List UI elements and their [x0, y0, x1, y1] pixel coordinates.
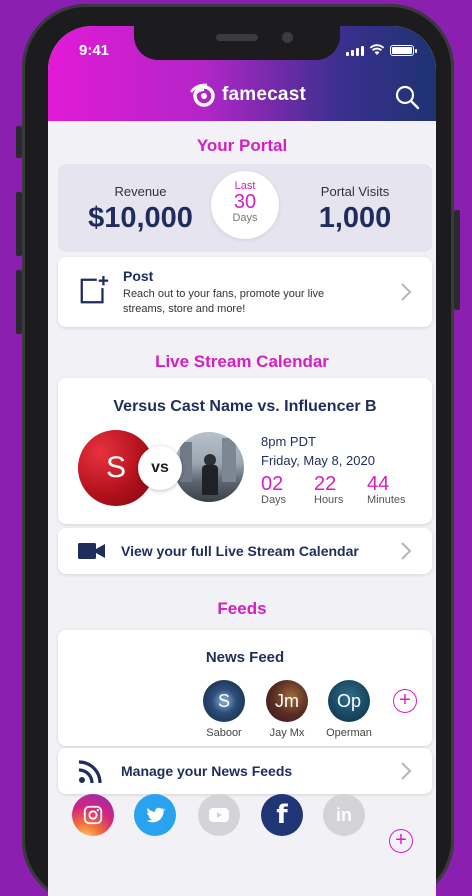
- facebook-icon[interactable]: f: [261, 794, 303, 836]
- chevron-right-icon: [401, 283, 412, 301]
- countdown-minutes-number: 44: [367, 473, 390, 495]
- search-icon[interactable]: [394, 84, 420, 110]
- countdown-hours: 22 Hours: [314, 474, 343, 506]
- power-button: [454, 210, 460, 310]
- period-number: 30: [233, 191, 257, 213]
- countdown-hours-unit: Hours: [314, 494, 344, 506]
- period-unit: Days: [232, 212, 258, 224]
- event-time: 8pm PDT: [261, 434, 316, 449]
- feed-name-operman: Operman: [326, 727, 372, 739]
- post-title: Post: [123, 268, 154, 284]
- view-calendar-row[interactable]: View your full Live Stream Calendar: [58, 528, 432, 574]
- event-date: Friday, May 8, 2020: [261, 453, 375, 468]
- visits-value: 1,000: [318, 202, 392, 234]
- twitter-icon[interactable]: [134, 794, 176, 836]
- mute-switch: [16, 126, 22, 158]
- famecast-logo: famecast: [188, 80, 306, 110]
- manage-feeds-row[interactable]: Manage your News Feeds: [58, 748, 432, 794]
- calendar-section-title: Live Stream Calendar: [155, 352, 329, 371]
- news-feed-card: News Feed S Saboor Jm Jay Mx Op Operman …: [58, 630, 432, 746]
- brand-name: famecast: [222, 84, 306, 105]
- volume-down-button: [16, 270, 22, 334]
- add-social-icon[interactable]: +: [389, 829, 413, 853]
- status-time: 9:41: [79, 42, 110, 59]
- feeds-section-title: Feeds: [217, 599, 267, 618]
- famecast-logo-icon: [190, 83, 215, 107]
- revenue-label: Revenue: [114, 184, 167, 199]
- countdown-minutes-unit: Minutes: [367, 494, 406, 506]
- app-screen: 9:41 famecast Your Portal Revenue $10,00…: [48, 26, 436, 896]
- notch: [134, 24, 340, 60]
- countdown-days-number: 02: [261, 473, 284, 495]
- add-feed-icon[interactable]: +: [393, 689, 417, 713]
- chevron-right-icon: [401, 762, 412, 780]
- visits-label: Portal Visits: [320, 184, 390, 199]
- revenue-value: $10,000: [88, 202, 193, 234]
- linkedin-letters: in: [336, 804, 352, 825]
- period-selector[interactable]: Last 30 Days: [211, 171, 279, 239]
- feed-name-saboor: Saboor: [206, 727, 242, 739]
- post-description-line-2: streams, store and more!: [123, 303, 246, 315]
- battery-icon: [390, 45, 417, 56]
- building-silhouette: [180, 442, 192, 482]
- wifi-icon: [369, 44, 385, 55]
- front-camera: [282, 32, 293, 43]
- feed-avatar-saboor[interactable]: S: [203, 680, 245, 722]
- post-description-line-1: Reach out to your fans, promote your liv…: [123, 288, 325, 300]
- status-icons: [346, 44, 417, 56]
- add-post-icon: [80, 275, 109, 304]
- cast-name: Versus Cast Name vs. Influencer B: [113, 398, 377, 415]
- news-feed-title: News Feed: [205, 649, 285, 666]
- visits-stat: Portal Visits 1,000: [290, 184, 420, 235]
- signal-icon: [346, 46, 364, 56]
- vs-badge: vs: [138, 446, 182, 490]
- feed-avatar-jay-mx[interactable]: Jm: [266, 680, 308, 722]
- countdown-hours-number: 22: [314, 473, 337, 495]
- influencer-b-avatar[interactable]: [174, 432, 244, 502]
- youtube-icon[interactable]: [198, 794, 240, 836]
- countdown-minutes: 44 Minutes: [367, 474, 406, 506]
- linkedin-icon[interactable]: in: [323, 794, 365, 836]
- revenue-stat: Revenue $10,000: [73, 184, 208, 235]
- chevron-right-icon: [401, 542, 412, 560]
- post-row[interactable]: Post Reach out to your fans, promote you…: [58, 257, 432, 327]
- rss-icon: [78, 760, 102, 784]
- countdown-days: 02 Days: [261, 474, 286, 506]
- facebook-letter: f: [276, 800, 288, 830]
- event-info: 8pm PDT Friday, May 8, 2020: [261, 434, 375, 472]
- person-silhouette: [202, 465, 218, 495]
- view-calendar-label: View your full Live Stream Calendar: [121, 543, 359, 559]
- manage-feeds-label: Manage your News Feeds: [121, 763, 293, 779]
- portal-section-title: Your Portal: [196, 136, 288, 155]
- countdown-days-unit: Days: [261, 494, 287, 506]
- feed-name-jay-mx: Jay Mx: [269, 727, 305, 739]
- speaker: [216, 34, 258, 41]
- video-camera-icon: [78, 543, 105, 559]
- instagram-icon[interactable]: [72, 794, 114, 836]
- volume-up-button: [16, 192, 22, 256]
- feed-avatar-operman[interactable]: Op: [328, 680, 370, 722]
- live-stream-card[interactable]: Versus Cast Name vs. Influencer B S vs 8…: [58, 378, 432, 524]
- building-silhouette: [222, 438, 236, 482]
